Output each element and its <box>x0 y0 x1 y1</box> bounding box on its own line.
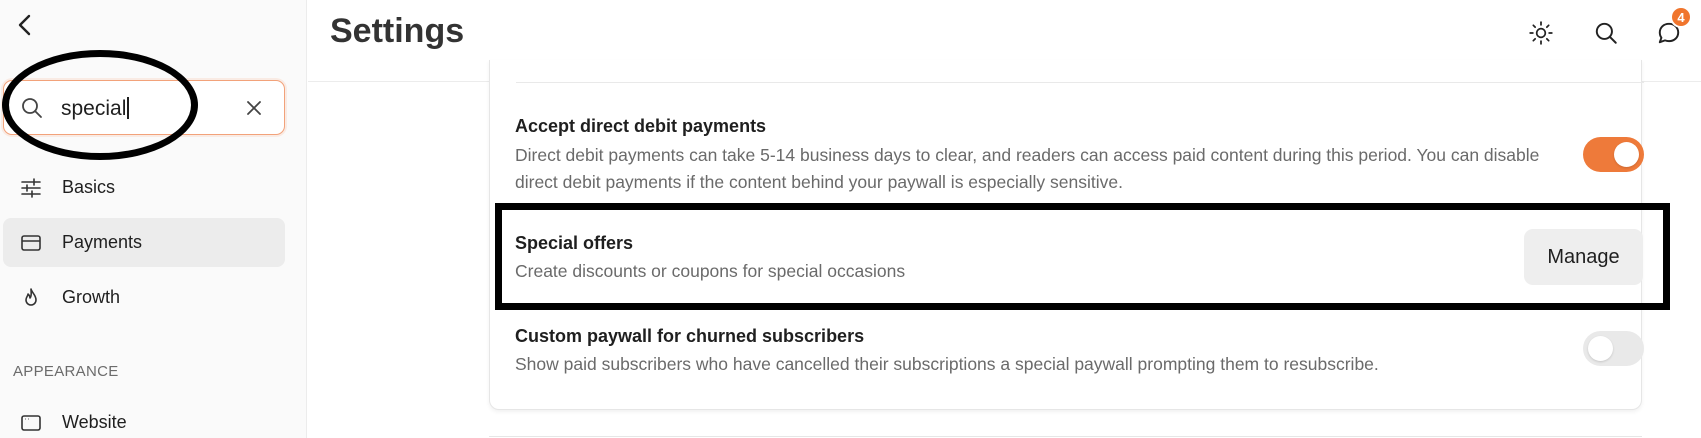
direct-debit-title: Accept direct debit payments <box>515 116 767 136</box>
direct-debit-toggle[interactable] <box>1583 137 1644 172</box>
page-title: Settings <box>330 12 465 50</box>
sliders-icon <box>21 177 41 198</box>
sidebar-item-website[interactable]: Website <box>3 398 285 438</box>
sidebar-item-label: Basics <box>62 177 116 197</box>
sidebar-item-payments[interactable]: Payments <box>3 218 285 267</box>
search-button[interactable] <box>1589 16 1623 50</box>
back-button[interactable] <box>12 10 38 40</box>
credit-card-icon <box>21 234 41 251</box>
sidebar-item-label: Growth <box>62 287 121 307</box>
custom-paywall-title: Custom paywall for churned subscribers <box>515 326 865 346</box>
special-offers-title: Special offers <box>515 233 634 253</box>
browser-window-icon <box>21 414 41 431</box>
sidebar-item-basics[interactable]: Basics <box>3 163 285 212</box>
special-offers-description: Create discounts or coupons for special … <box>515 261 906 281</box>
custom-paywall-description: Show paid subscribers who have cancelled… <box>515 354 1379 374</box>
next-card-edge <box>489 436 1642 437</box>
search-icon <box>22 98 42 118</box>
search-input[interactable]: special <box>61 97 129 121</box>
theme-toggle-button[interactable] <box>1524 16 1558 50</box>
manage-special-offers-button[interactable]: Manage <box>1524 229 1643 285</box>
chevron-left-icon <box>18 14 31 36</box>
sidebar-item-label: Website <box>62 412 127 432</box>
settings-search-field[interactable]: special <box>3 80 285 135</box>
sidebar: special Basics Payments Growth APPEARANC… <box>0 0 307 438</box>
search-icon <box>1595 22 1617 44</box>
flame-icon <box>25 287 37 306</box>
sidebar-item-growth[interactable]: Growth <box>3 273 285 322</box>
direct-debit-description-line2: direct debit payments if the content beh… <box>515 172 1123 192</box>
section-heading-appearance: APPEARANCE <box>13 363 119 380</box>
settings-app: special Basics Payments Growth APPEARANC… <box>0 0 1701 438</box>
row-divider <box>516 82 1644 83</box>
clear-search-icon[interactable] <box>242 96 266 120</box>
toggle-knob <box>1614 142 1639 167</box>
direct-debit-description-line1: Direct debit payments can take 5-14 busi… <box>515 145 1540 165</box>
sun-icon <box>1529 21 1553 45</box>
custom-paywall-toggle[interactable] <box>1583 331 1644 366</box>
sidebar-item-label: Payments <box>62 232 143 252</box>
toggle-knob <box>1588 336 1613 361</box>
notification-badge: 4 <box>1670 6 1692 28</box>
